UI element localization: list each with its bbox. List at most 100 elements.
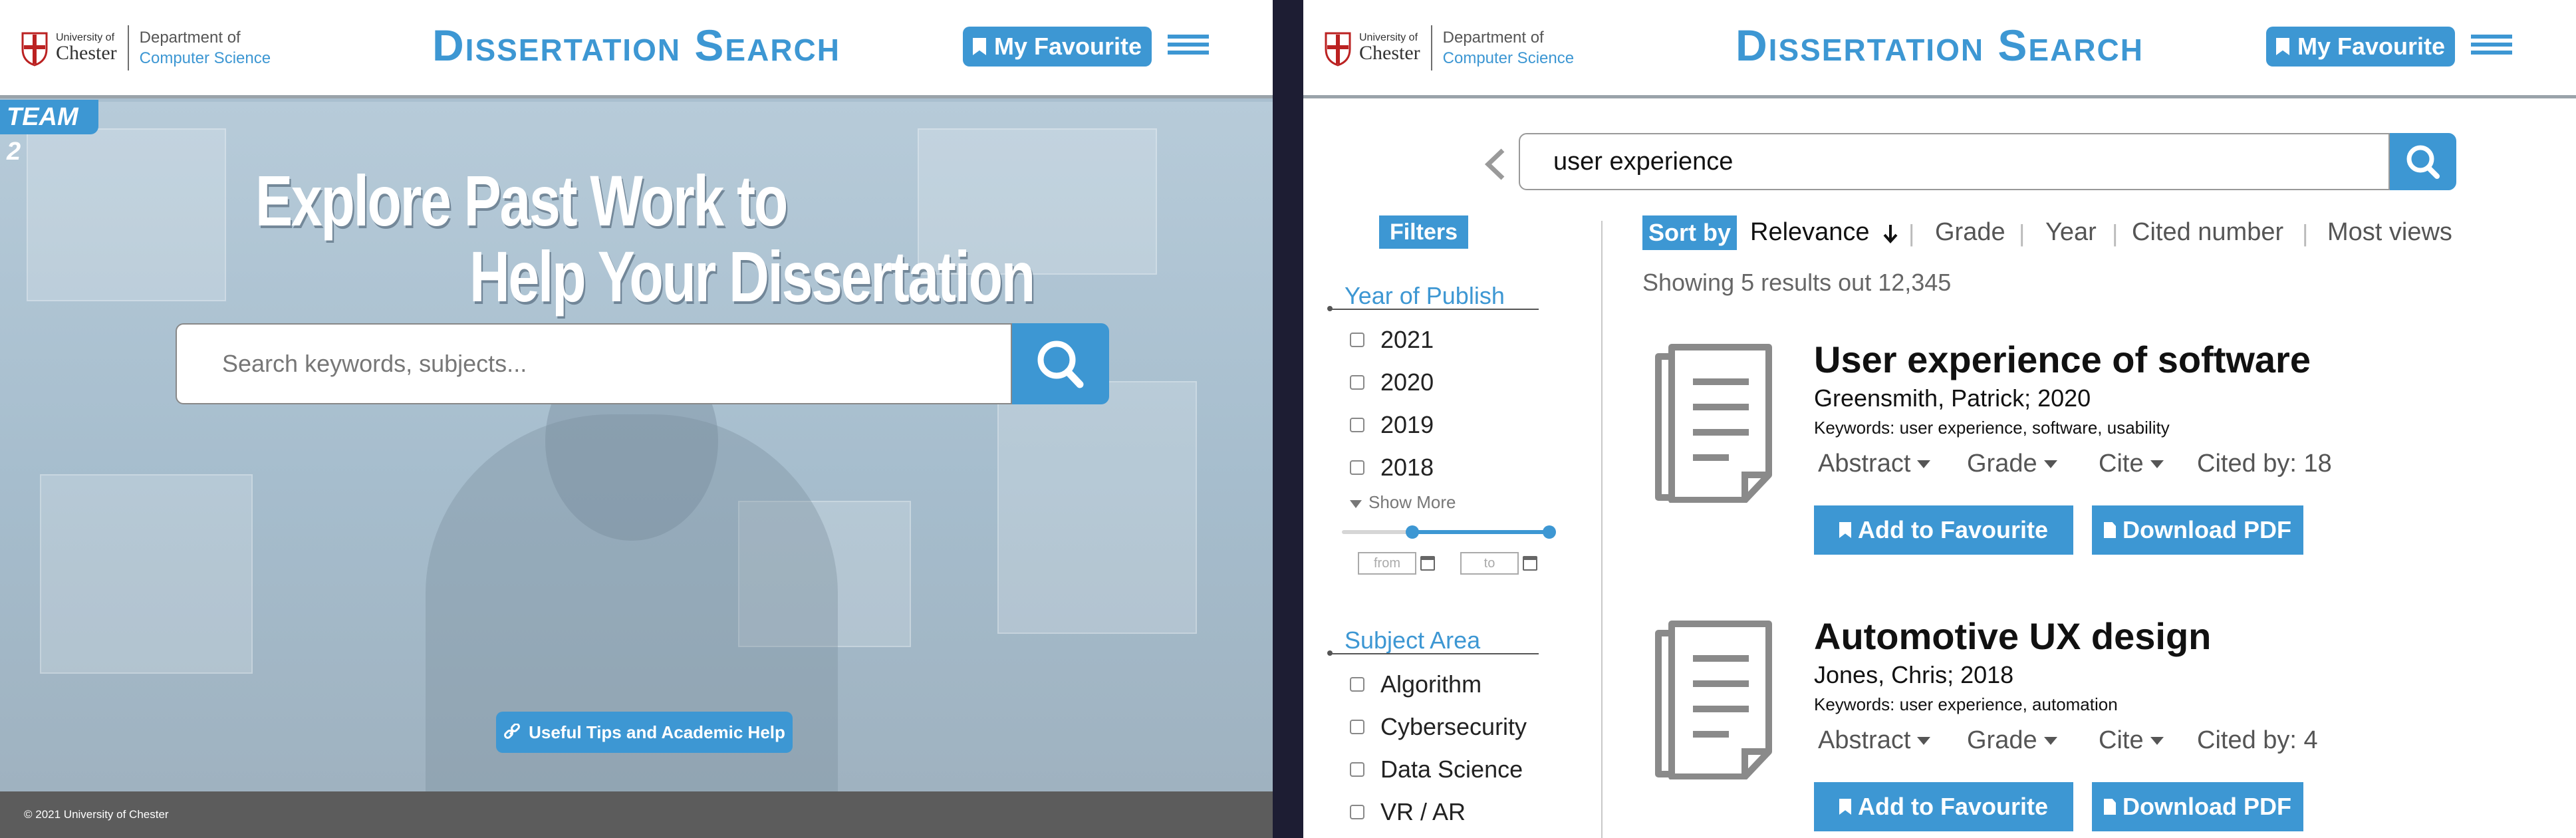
pdf-icon — [2104, 799, 2116, 815]
sort-separator: | — [1908, 219, 1915, 247]
range-from-input[interactable]: from — [1358, 552, 1416, 575]
add-to-favourite-button[interactable]: Add to Favourite — [1814, 782, 2073, 831]
bookmark-icon — [2275, 38, 2289, 55]
year-label: 2020 — [1380, 368, 1434, 396]
add-to-favourite-label: Add to Favourite — [1858, 793, 2048, 820]
results-search-input[interactable]: user experience — [1519, 133, 2390, 190]
results-search-bar: user experience — [1519, 133, 2456, 190]
result-title[interactable]: Automotive UX design — [1814, 615, 2211, 658]
caret-down-icon — [1917, 736, 1931, 745]
pdf-icon — [2104, 522, 2116, 538]
caret-down-icon — [2150, 460, 2164, 468]
add-to-favourite-label: Add to Favourite — [1858, 516, 2048, 543]
sort-option-year[interactable]: Year — [2045, 218, 2097, 247]
year-option-2019[interactable]: 2019 — [1350, 411, 1434, 439]
grade-dropdown[interactable]: Grade — [1967, 726, 2057, 755]
add-to-favourite-button[interactable]: Add to Favourite — [1814, 505, 2073, 555]
year-option-2018[interactable]: 2018 — [1350, 454, 1434, 482]
subject-option-cybersecurity[interactable]: Cybersecurity — [1350, 713, 1527, 741]
result-title[interactable]: User experience of software — [1814, 338, 2311, 381]
grade-dropdown[interactable]: Grade — [1967, 450, 2057, 478]
sort-option-most-views[interactable]: Most views — [2327, 218, 2452, 247]
slider-handle-max[interactable] — [1543, 525, 1556, 539]
checkbox-icon[interactable] — [1350, 375, 1364, 390]
sort-option-relevance[interactable]: Relevance — [1750, 218, 1899, 247]
sort-option-cited-number[interactable]: Cited number — [2132, 218, 2283, 247]
checkbox-icon[interactable] — [1350, 805, 1364, 819]
result-keywords: Keywords: user experience, software, usa… — [1814, 418, 2170, 438]
slider-handle-min[interactable] — [1406, 525, 1419, 539]
show-more-link[interactable]: Show More — [1350, 492, 1456, 513]
hero-search-bar: Search keywords, subjects... — [176, 323, 1109, 404]
facet-title-subject[interactable]: Subject Area — [1345, 627, 1480, 654]
subject-option-algorithm[interactable]: Algorithm — [1350, 670, 1481, 698]
bookmark-icon — [972, 38, 986, 55]
year-label: 2021 — [1380, 326, 1434, 353]
sort-separator: | — [2019, 219, 2025, 247]
download-pdf-button[interactable]: Download PDF — [2092, 782, 2303, 831]
link-icon — [504, 724, 521, 739]
year-label: 2019 — [1380, 411, 1434, 438]
sidebar-divider — [1601, 221, 1603, 838]
calendar-icon[interactable] — [1523, 556, 1537, 571]
filters-label: Filters — [1379, 215, 1468, 249]
my-favourite-label: My Favourite — [993, 33, 1142, 60]
grade-label: Grade — [1967, 450, 2037, 478]
caret-down-icon — [1350, 500, 1362, 508]
result-author: Jones, Chris; 2018 — [1814, 661, 2014, 688]
subject-label: VR / AR — [1380, 798, 1466, 825]
abstract-label: Abstract — [1818, 726, 1911, 754]
cited-by-count: Cited by: 18 — [2197, 450, 2332, 478]
results-search-button[interactable] — [2390, 133, 2456, 190]
calendar-icon[interactable] — [1420, 556, 1435, 571]
caret-down-icon — [1917, 460, 1931, 468]
result-author: Greensmith, Patrick; 2020 — [1814, 384, 2091, 412]
chevron-left-icon[interactable] — [1483, 148, 1507, 181]
range-to-input[interactable]: to — [1460, 552, 1519, 575]
subject-option-data-science[interactable]: Data Science — [1350, 756, 1523, 783]
sort-option-grade[interactable]: Grade — [1935, 218, 2005, 247]
abstract-dropdown[interactable]: Abstract — [1818, 450, 1931, 478]
download-pdf-button[interactable]: Download PDF — [2092, 505, 2303, 555]
search-icon — [1037, 341, 1084, 388]
hero-search-input[interactable]: Search keywords, subjects... — [176, 323, 1012, 404]
sort-option-label: Relevance — [1750, 218, 1870, 246]
caret-down-icon — [2043, 736, 2057, 745]
hero-search-button[interactable] — [1012, 323, 1109, 404]
year-range-slider[interactable] — [1342, 525, 1556, 539]
team-badge: TEAM 2 — [0, 100, 98, 166]
result-keywords: Keywords: user experience, automation — [1814, 694, 2118, 714]
checkbox-icon[interactable] — [1350, 333, 1364, 347]
cite-dropdown[interactable]: Cite — [2099, 450, 2164, 478]
download-pdf-label: Download PDF — [2123, 793, 2291, 820]
bookmark-icon — [1839, 522, 1851, 538]
facet-rule — [1327, 650, 1539, 656]
year-option-2021[interactable]: 2021 — [1350, 326, 1434, 354]
results-count: Showing 5 results out 12,345 — [1642, 269, 1952, 296]
checkbox-icon[interactable] — [1350, 720, 1364, 734]
my-favourite-button[interactable]: My Favourite — [963, 27, 1152, 67]
cited-by-count: Cited by: 4 — [2197, 726, 2318, 754]
checkbox-icon[interactable] — [1350, 460, 1364, 475]
checkbox-icon[interactable] — [1350, 418, 1364, 432]
checkbox-icon[interactable] — [1350, 677, 1364, 692]
hamburger-menu-icon[interactable] — [1168, 35, 1209, 63]
abstract-label: Abstract — [1818, 450, 1911, 478]
facet-title-year[interactable]: Year of Publish — [1345, 282, 1505, 310]
year-option-2020[interactable]: 2020 — [1350, 368, 1434, 396]
checkbox-icon[interactable] — [1350, 762, 1364, 777]
useful-tips-button[interactable]: Useful Tips and Academic Help — [496, 712, 793, 753]
show-more-label: Show More — [1368, 492, 1456, 512]
subject-label: Cybersecurity — [1380, 713, 1527, 740]
hamburger-menu-icon[interactable] — [2471, 35, 2512, 63]
subject-option-vr-ar[interactable]: VR / AR — [1350, 798, 1466, 826]
cite-dropdown[interactable]: Cite — [2099, 726, 2164, 755]
abstract-dropdown[interactable]: Abstract — [1818, 726, 1931, 755]
caret-down-icon — [2150, 736, 2164, 745]
my-favourite-button[interactable]: My Favourite — [2266, 27, 2455, 67]
caret-down-icon — [2043, 460, 2057, 468]
subject-label: Algorithm — [1380, 670, 1482, 698]
arrow-down-icon — [1883, 224, 1898, 243]
cite-label: Cite — [2099, 450, 2144, 478]
document-icon — [1655, 344, 1772, 503]
